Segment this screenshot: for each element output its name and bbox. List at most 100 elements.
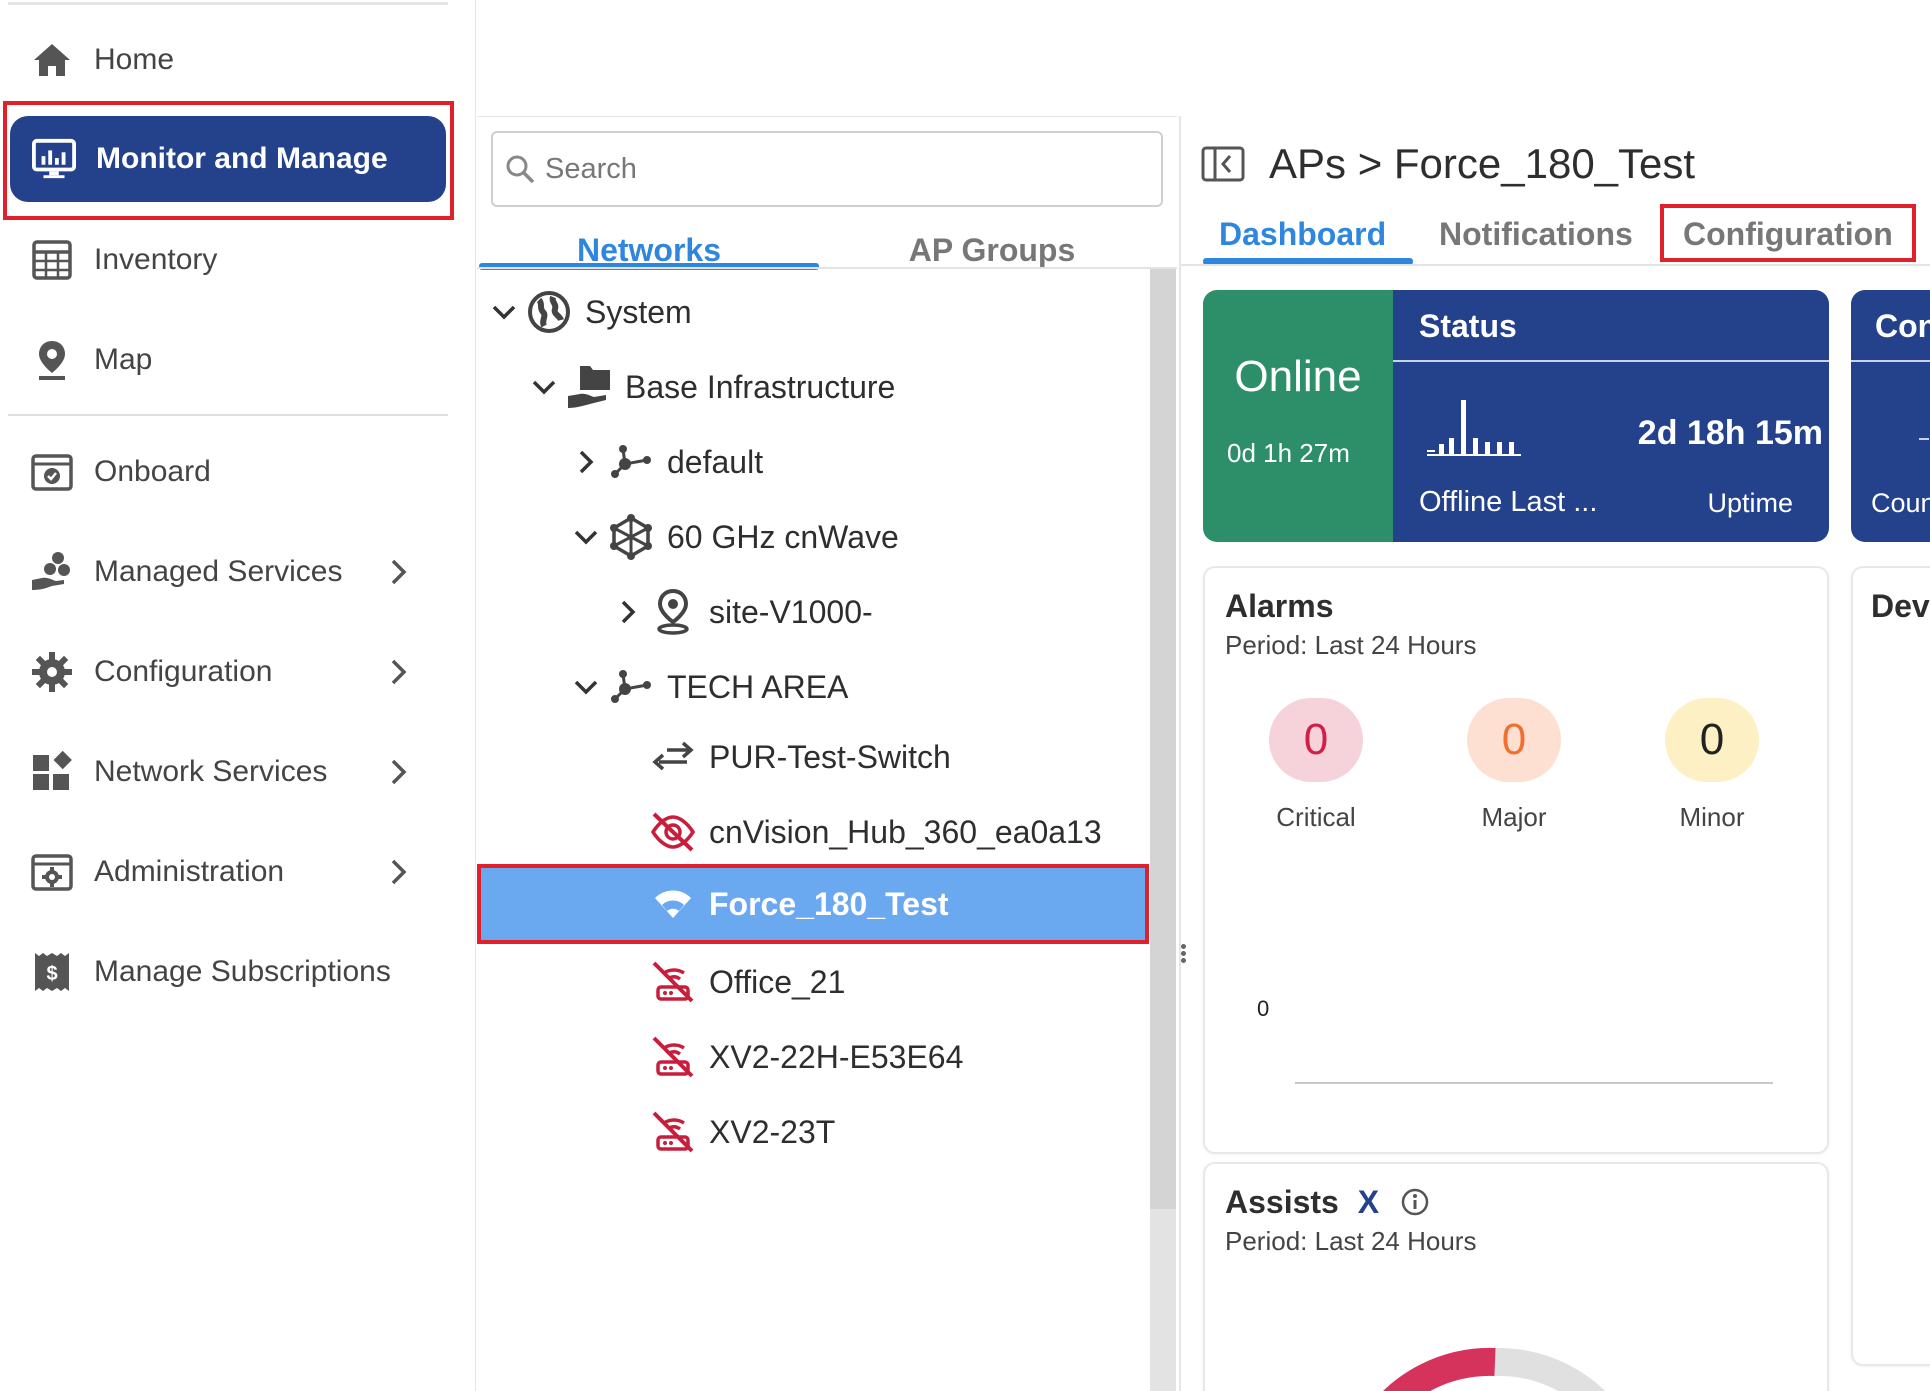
nav-item-administration[interactable]: Administration bbox=[8, 836, 448, 908]
tree-node-xv2-23t[interactable]: XV2-23T bbox=[643, 1097, 835, 1167]
page-title: APs > Force_180_Test bbox=[1269, 140, 1696, 187]
search-input[interactable] bbox=[545, 152, 1125, 186]
critical-label: Critical bbox=[1276, 802, 1356, 832]
wifi-icon bbox=[649, 880, 697, 928]
tab-configuration[interactable]: Configuration bbox=[1683, 204, 1893, 264]
tree-node-site-v1000[interactable]: site-V1000- bbox=[613, 577, 873, 647]
tree-node-pur-test-switch[interactable]: PUR-Test-Switch bbox=[643, 722, 951, 792]
nav-label: Managed Services bbox=[94, 555, 343, 588]
major-label: Major bbox=[1481, 802, 1547, 832]
tree-node-label: Base Infrastructure bbox=[625, 368, 896, 405]
offline-router-icon bbox=[649, 1108, 697, 1156]
left-navigation: Home Monitor and Manage Inventory Map On… bbox=[0, 0, 476, 1391]
alarms-title: Alarms bbox=[1225, 588, 1334, 624]
nav-item-monitor-and-manage[interactable]: Monitor and Manage bbox=[10, 116, 446, 202]
critical-count-badge[interactable]: 0 bbox=[1269, 698, 1363, 782]
switch-arrows-icon bbox=[649, 733, 697, 781]
assists-card: Assists X Period: Last 24 Hours bbox=[1203, 1162, 1829, 1391]
tree-node-label: 60 GHz cnWave bbox=[667, 518, 899, 555]
assists-title-text: Assists bbox=[1225, 1184, 1339, 1220]
tree-divider bbox=[477, 267, 1177, 269]
network-nodes-icon bbox=[607, 663, 655, 711]
offline-router-icon bbox=[649, 958, 697, 1006]
nav-item-managed-services[interactable]: Managed Services bbox=[8, 536, 448, 608]
site-pin-icon bbox=[649, 588, 697, 636]
folder-hand-icon bbox=[565, 363, 613, 411]
info-icon[interactable] bbox=[1400, 1187, 1430, 1217]
nav-top-divider bbox=[8, 2, 448, 5]
assists-donut-chart bbox=[1383, 1347, 1606, 1391]
search-icon bbox=[506, 155, 535, 184]
tree-node-label: XV2-22H-E53E64 bbox=[709, 1038, 964, 1075]
offline-router-icon bbox=[649, 1033, 697, 1081]
tree-node-tech-area[interactable]: TECH AREA bbox=[571, 652, 848, 722]
tree-node-default[interactable]: default bbox=[571, 427, 763, 497]
tree-node-base-infrastructure[interactable]: Base Infrastructure bbox=[529, 352, 895, 422]
gear-icon bbox=[30, 650, 74, 694]
tree-node-label: Office_21 bbox=[709, 963, 846, 1000]
tree-node-label: TECH AREA bbox=[667, 668, 849, 705]
status-card: Status 2d 18h 15m Offline Last ... Uptim… bbox=[1393, 290, 1829, 542]
nav-label: Administration bbox=[94, 855, 285, 888]
minor-label: Minor bbox=[1679, 802, 1745, 832]
tree-node-cnvision-hub[interactable]: cnVision_Hub_360_ea0a13 bbox=[643, 797, 1102, 867]
chevron-down-icon[interactable] bbox=[529, 379, 559, 395]
nav-item-onboard[interactable]: Onboard bbox=[8, 436, 448, 508]
chevron-down-icon[interactable] bbox=[571, 529, 601, 545]
tree-node-label: PUR-Test-Switch bbox=[709, 738, 951, 775]
tree-node-force-180-test[interactable]: Force_180_Test bbox=[477, 868, 1148, 940]
major-count-badge[interactable]: 0 bbox=[1467, 698, 1561, 782]
chevron-right-icon[interactable] bbox=[613, 600, 643, 624]
nav-label: Manage Subscriptions bbox=[94, 955, 391, 988]
tab-networks[interactable]: Networks bbox=[479, 215, 819, 285]
tree-node-xv2-22h-e53e64[interactable]: XV2-22H-E53E64 bbox=[643, 1022, 963, 1092]
nav-item-network-services[interactable]: Network Services bbox=[8, 736, 448, 808]
partial-card-header: Con bbox=[1875, 308, 1930, 344]
subscription-icon: $ bbox=[30, 950, 74, 994]
top-blank-area bbox=[477, 0, 1930, 116]
tab-ap-groups[interactable]: AP Groups bbox=[822, 215, 1162, 285]
minor-count-badge[interactable]: 0 bbox=[1665, 698, 1759, 782]
assists-x-mark: X bbox=[1357, 1184, 1380, 1220]
nav-divider bbox=[8, 414, 448, 416]
tree-scrollbar-thumb[interactable] bbox=[1150, 269, 1176, 1209]
offline-last-label: Offline Last ... bbox=[1419, 486, 1598, 518]
nav-item-inventory[interactable]: Inventory bbox=[8, 224, 448, 296]
onboard-icon bbox=[30, 450, 74, 494]
partial-card-mark bbox=[1919, 438, 1929, 440]
nav-item-manage-subscriptions[interactable]: $ Manage Subscriptions bbox=[8, 936, 448, 1008]
tree-node-system[interactable]: System bbox=[489, 277, 692, 347]
nav-item-home[interactable]: Home bbox=[8, 24, 448, 96]
partial-card-footer: Coun bbox=[1871, 488, 1930, 518]
tree-node-label: System bbox=[585, 293, 692, 330]
tab-divider bbox=[1181, 264, 1930, 266]
nav-label: Inventory bbox=[94, 243, 218, 276]
chevron-right-icon bbox=[390, 658, 408, 691]
chevron-down-icon[interactable] bbox=[489, 304, 519, 320]
ap-detail-panel: APs > Force_180_Test Dashboard Notificat… bbox=[1181, 116, 1930, 1391]
tree-node-60ghz-cnwave[interactable]: 60 GHz cnWave bbox=[571, 502, 899, 572]
devices-card-title: Dev bbox=[1871, 588, 1930, 624]
chevron-right-icon bbox=[390, 558, 408, 591]
network-tree-panel: Networks AP Groups System Base Infrastru… bbox=[477, 116, 1177, 1391]
online-state-card: Online 0d 1h 27m bbox=[1203, 290, 1393, 542]
chevron-down-icon[interactable] bbox=[571, 679, 601, 695]
cnwave-icon bbox=[607, 513, 655, 561]
assists-title: Assists X bbox=[1225, 1184, 1430, 1221]
alarms-card: Alarms Period: Last 24 Hours 0 Critical … bbox=[1203, 566, 1829, 1154]
chevron-right-icon bbox=[390, 858, 408, 891]
partial-card-divider bbox=[1851, 360, 1930, 362]
nav-item-map[interactable]: Map bbox=[8, 324, 448, 396]
assists-period: Period: Last 24 Hours bbox=[1225, 1226, 1477, 1256]
nav-item-configuration[interactable]: Configuration bbox=[8, 636, 448, 708]
nav-label: Map bbox=[94, 343, 153, 376]
collapse-panel-icon[interactable] bbox=[1201, 146, 1245, 182]
offline-eye-icon bbox=[649, 808, 697, 856]
tab-notifications[interactable]: Notifications bbox=[1439, 204, 1633, 264]
tree-node-office-21[interactable]: Office_21 bbox=[643, 947, 845, 1017]
svg-text:$: $ bbox=[46, 963, 57, 985]
tree-node-label: Force_180_Test bbox=[709, 885, 949, 922]
tab-dashboard[interactable]: Dashboard bbox=[1219, 204, 1386, 264]
devices-card-partial: Dev bbox=[1851, 566, 1930, 1366]
chevron-right-icon[interactable] bbox=[571, 450, 601, 474]
